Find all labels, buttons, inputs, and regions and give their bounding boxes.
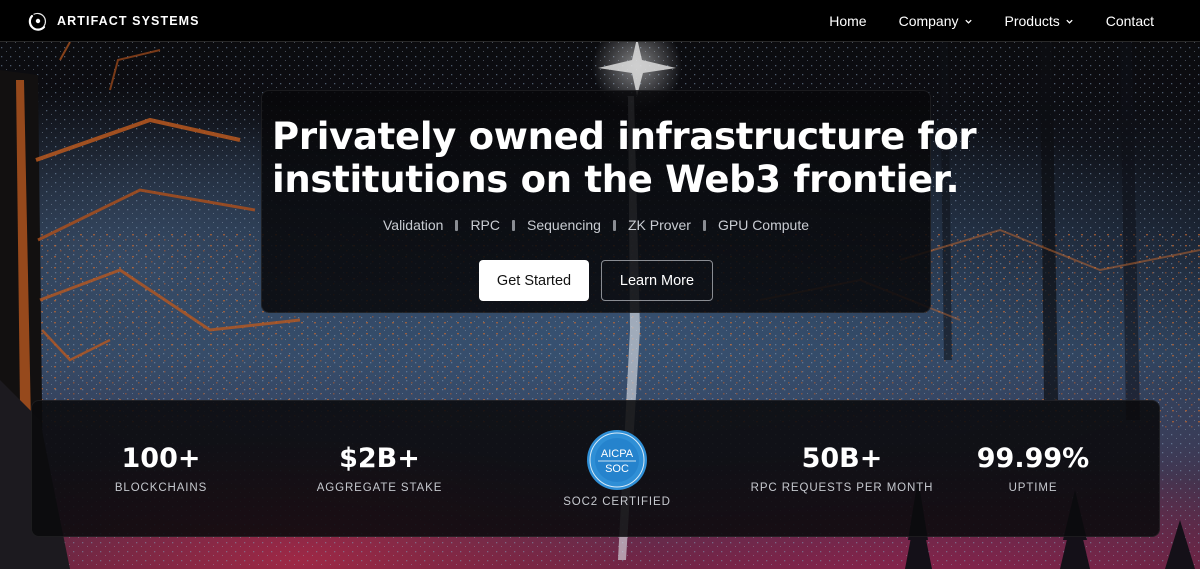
service-item: ZK Prover: [627, 217, 691, 233]
stats-bar: 100+ BLOCKCHAINS $2B+ AGGREGATE STAKE AI…: [31, 400, 1160, 537]
hero-headline-line-2: institutions on the Web3 frontier.: [272, 158, 960, 201]
stat-label: SOC2 CERTIFIED: [563, 496, 671, 508]
stat-label: AGGREGATE STAKE: [316, 482, 443, 494]
stat-value: $2B+: [339, 443, 420, 474]
services-list: Validation RPC Sequencing ZK Prover GPU …: [262, 217, 930, 233]
stat-blockchains: 100+ BLOCKCHAINS: [32, 401, 290, 538]
hero-cta-group: Get Started Learn More: [262, 260, 930, 301]
stat-uptime: 99.99% UPTIME: [942, 401, 1124, 538]
nav-home-link[interactable]: Home: [829, 13, 866, 29]
brand-name: ARTIFACT SYSTEMS: [57, 13, 200, 28]
chevron-down-icon: [964, 19, 972, 24]
service-item: RPC: [470, 217, 500, 233]
stat-value: 100+: [121, 443, 201, 474]
top-navigation-bar: ARTIFACT SYSTEMS Home Company Products C…: [0, 0, 1200, 42]
stat-label: UPTIME: [1008, 482, 1058, 494]
aicpa-soc-badge-icon: AICPA SOC: [587, 430, 647, 490]
service-separator: [512, 219, 515, 231]
service-separator: [702, 219, 706, 231]
nav-company-label: Company: [898, 13, 959, 29]
service-separator: [612, 219, 616, 231]
stat-aggregate-stake: $2B+ AGGREGATE STAKE: [277, 401, 482, 538]
stat-rpc-requests: 50B+ RPC REQUESTS PER MONTH: [722, 401, 962, 538]
brand-home-link[interactable]: ARTIFACT SYSTEMS: [28, 11, 200, 31]
badge-bottom-text: SOC: [605, 463, 629, 475]
nav-contact-label: Contact: [1105, 13, 1154, 29]
stat-value: 99.99%: [976, 443, 1090, 474]
hero-card: Privately owned infrastructure for insti…: [261, 90, 977, 313]
hero-headline-line-1: Privately owned infrastructure for: [272, 115, 977, 158]
hero-headline: Privately owned infrastructure for insti…: [262, 115, 977, 201]
service-item: Sequencing: [527, 217, 601, 233]
nav-company-dropdown[interactable]: Company: [899, 13, 973, 29]
service-item: Validation: [382, 217, 444, 233]
chevron-down-icon: [1066, 19, 1073, 24]
nav-products-label: Products: [1004, 13, 1060, 29]
nav-contact-link[interactable]: Contact: [1106, 13, 1154, 29]
artifact-ring-logo-icon: [28, 12, 47, 31]
learn-more-button[interactable]: Learn More: [601, 260, 713, 301]
stat-value: 50B+: [801, 443, 883, 474]
service-separator: [455, 219, 459, 231]
badge-top-text: AICPA: [601, 448, 634, 460]
stat-label: RPC REQUESTS PER MONTH: [750, 482, 934, 494]
nav-products-dropdown[interactable]: Products: [1005, 13, 1074, 29]
stat-soc2-certified: AICPA SOC SOC2 CERTIFIED: [502, 401, 732, 538]
stat-label: BLOCKCHAINS: [114, 482, 208, 494]
get-started-button[interactable]: Get Started: [479, 260, 589, 301]
primary-nav-links: Home Company Products Contact: [797, 0, 1154, 42]
nav-home-label: Home: [829, 13, 867, 29]
service-item: GPU Compute: [717, 217, 810, 233]
